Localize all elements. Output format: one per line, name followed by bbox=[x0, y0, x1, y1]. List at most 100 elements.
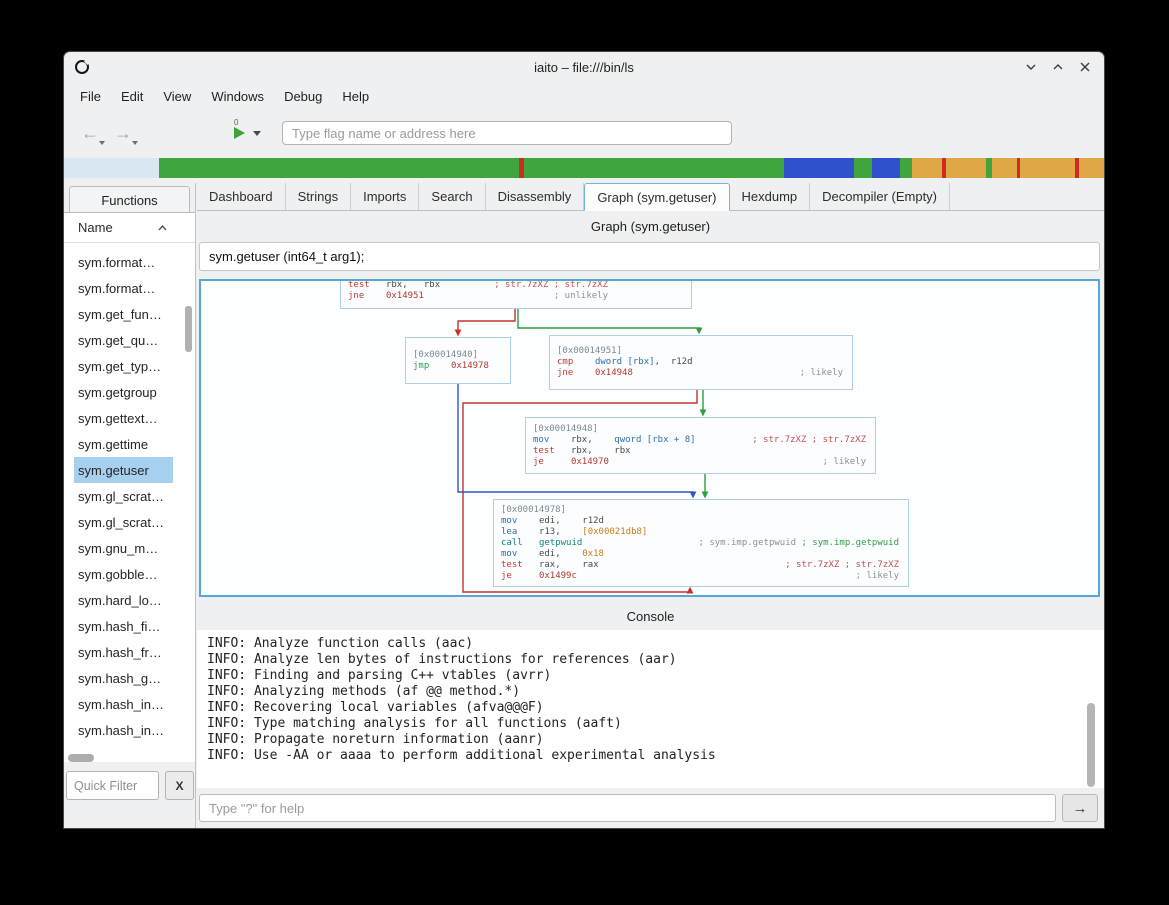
function-list-item[interactable]: sym.format… bbox=[74, 275, 173, 301]
console-output[interactable]: INFO: Analyze function calls (aac)INFO: … bbox=[197, 630, 1104, 788]
function-list-item[interactable]: sym.hash_fi… bbox=[74, 613, 173, 639]
console-line: INFO: Recovering local variables (afva@@… bbox=[207, 700, 1104, 716]
tab-disassembly[interactable]: Disassembly bbox=[486, 183, 585, 210]
function-list-item[interactable]: sym.gobble… bbox=[74, 561, 173, 587]
function-list-item[interactable]: sym.getuser bbox=[74, 457, 173, 483]
function-list-item[interactable]: sym.gettime bbox=[74, 431, 173, 457]
asm-token: je bbox=[533, 457, 544, 468]
asm-token: 0x14948 bbox=[595, 368, 633, 379]
block-address: [0x00014940] bbox=[413, 350, 503, 361]
asm-line: call getpwuid; sym.imp.getpwuid ; sym.im… bbox=[501, 538, 901, 549]
asm-token: jne bbox=[557, 368, 573, 379]
forward-button[interactable]: → bbox=[114, 124, 132, 142]
comment-token: ; str.7zXZ ; str.7zXZ bbox=[785, 560, 899, 570]
asm-token: test bbox=[348, 280, 370, 291]
menu-debug[interactable]: Debug bbox=[274, 86, 332, 107]
quick-filter-input[interactable] bbox=[66, 771, 159, 800]
tab-functions[interactable]: Functions bbox=[69, 186, 190, 213]
function-list-item[interactable]: sym.format… bbox=[74, 249, 173, 275]
chevron-down-icon[interactable] bbox=[253, 131, 261, 136]
menu-windows[interactable]: Windows bbox=[201, 86, 274, 107]
asm-token: mov bbox=[501, 516, 517, 527]
console-line: INFO: Analyzing methods (af @@ method.*) bbox=[207, 684, 1104, 700]
function-list-item[interactable]: sym.getgroup bbox=[74, 379, 173, 405]
function-list-item[interactable]: sym.gnu_m… bbox=[74, 535, 173, 561]
menu-help[interactable]: Help bbox=[332, 86, 379, 107]
asm-token: rbx, bbox=[549, 435, 614, 446]
close-icon bbox=[1079, 61, 1091, 73]
functions-panel: Functions Name sym.format…sym.format…sym… bbox=[64, 183, 196, 828]
asm-token: test bbox=[501, 560, 523, 571]
menu-file[interactable]: File bbox=[70, 86, 111, 107]
console-command-input[interactable] bbox=[199, 794, 1056, 822]
function-list-item[interactable]: sym.gl_scrat… bbox=[74, 509, 173, 535]
back-button[interactable]: ← bbox=[81, 124, 99, 142]
tab-search[interactable]: Search bbox=[419, 183, 485, 210]
menu-edit[interactable]: Edit bbox=[111, 86, 153, 107]
column-header-name[interactable]: Name bbox=[64, 213, 195, 243]
graph-block-0x00014948[interactable]: [0x00014948]mov rbx, qword [rbx + 8]; st… bbox=[525, 417, 876, 474]
function-list-item[interactable]: sym.hard_lo… bbox=[74, 587, 173, 613]
graph-block[interactable]: test rbx, rbx; str.7zXZ ; str.7zXZjne 0x… bbox=[340, 279, 692, 309]
minimize-button[interactable] bbox=[1024, 60, 1038, 74]
memory-segment bbox=[784, 158, 854, 178]
asm-token bbox=[573, 368, 595, 379]
function-list-item[interactable]: sym.hash_in… bbox=[74, 691, 173, 717]
functions-vertical-scrollbar[interactable] bbox=[185, 306, 192, 352]
asm-token: [0x00021db8] bbox=[582, 527, 647, 538]
function-list-item[interactable]: sym.hash_g… bbox=[74, 665, 173, 691]
asm-token: test bbox=[533, 446, 555, 457]
address-label: [0x00014978] bbox=[501, 505, 566, 516]
memory-map-strip[interactable] bbox=[64, 158, 1104, 178]
graph-block-0x00014951[interactable]: [0x00014951]cmp dword [rbx], r12djne 0x1… bbox=[549, 335, 853, 390]
memory-segment bbox=[992, 158, 1017, 178]
asm-line: jne 0x14948; likely bbox=[557, 368, 845, 379]
debug-start-button[interactable]: 0 bbox=[234, 127, 261, 139]
asm-line: test rbx, rbx bbox=[533, 446, 868, 457]
asm-line: test rax, rax; str.7zXZ ; str.7zXZ bbox=[501, 560, 901, 571]
asm-line: jne 0x14951; unlikely bbox=[348, 291, 684, 302]
function-list-item[interactable]: sym.get_fun… bbox=[74, 301, 173, 327]
function-list-item[interactable]: sym.hash_in… bbox=[74, 717, 173, 743]
function-list-item[interactable]: sym.get_qu… bbox=[74, 327, 173, 353]
graph-dock-title: Graph (sym.getuser) bbox=[197, 213, 1104, 239]
asm-token bbox=[512, 571, 539, 582]
menu-view[interactable]: View bbox=[153, 86, 201, 107]
tab-dashboard[interactable]: Dashboard bbox=[197, 183, 286, 210]
functions-list-panel: Name sym.format…sym.format…sym.get_fun…s… bbox=[64, 212, 195, 762]
functions-list: sym.format…sym.format…sym.get_fun…sym.ge… bbox=[64, 249, 195, 743]
flag-search-input[interactable] bbox=[282, 121, 732, 145]
asm-line: je 0x14970; likely bbox=[533, 457, 868, 468]
memory-segment bbox=[900, 158, 912, 178]
arrow-right-icon: → bbox=[1073, 800, 1088, 817]
comment-token: ; likely bbox=[823, 457, 866, 467]
asm-comment: ; likely bbox=[813, 457, 866, 468]
console-scrollbar[interactable] bbox=[1087, 703, 1095, 787]
tab-hexdump[interactable]: Hexdump bbox=[730, 183, 811, 210]
tab-decompiler-empty[interactable]: Decompiler (Empty) bbox=[810, 183, 950, 210]
function-list-item[interactable]: sym.get_typ… bbox=[74, 353, 173, 379]
graph-block-0x00014978[interactable]: [0x00014978]mov edi, r12dlea r13, [0x000… bbox=[493, 499, 909, 587]
back-dropdown-icon bbox=[99, 141, 105, 145]
asm-token: 0x18 bbox=[582, 549, 604, 560]
address-label: [0x00014948] bbox=[533, 424, 598, 435]
tab-strings[interactable]: Strings bbox=[286, 183, 351, 210]
graph-view[interactable]: test rbx, rbx; str.7zXZ ; str.7zXZjne 0x… bbox=[199, 279, 1100, 597]
console-submit-button[interactable]: → bbox=[1062, 794, 1098, 822]
close-button[interactable] bbox=[1078, 60, 1092, 74]
asm-comment: ; str.7zXZ ; str.7zXZ bbox=[742, 435, 866, 446]
memory-segment bbox=[1079, 158, 1104, 178]
function-list-item[interactable]: sym.hash_fr… bbox=[74, 639, 173, 665]
tab-imports[interactable]: Imports bbox=[351, 183, 419, 210]
functions-horizontal-scrollbar[interactable] bbox=[68, 754, 94, 762]
clear-filter-button[interactable]: X bbox=[165, 771, 194, 800]
maximize-button[interactable] bbox=[1051, 60, 1065, 74]
asm-token: call bbox=[501, 538, 523, 549]
graph-block-0x00014940[interactable]: [0x00014940]jmp 0x14978 bbox=[405, 337, 511, 384]
function-list-item[interactable]: sym.gl_scrat… bbox=[74, 483, 173, 509]
comment-token: ; str.7zXZ ; str.7zXZ bbox=[752, 435, 866, 445]
tab-graph-sym-getuser[interactable]: Graph (sym.getuser) bbox=[584, 183, 729, 211]
titlebar[interactable]: iaito – file:///bin/ls bbox=[64, 52, 1104, 82]
block-address: [0x00014948] bbox=[533, 424, 868, 435]
function-list-item[interactable]: sym.gettext… bbox=[74, 405, 173, 431]
